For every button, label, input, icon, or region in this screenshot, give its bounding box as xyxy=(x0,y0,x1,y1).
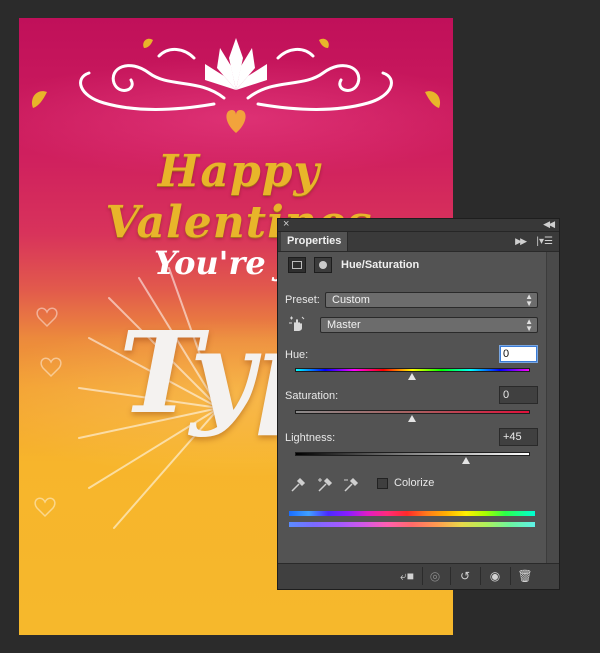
lightness-slider-track[interactable] xyxy=(295,452,530,456)
toolbar-divider xyxy=(510,567,511,585)
hue-input[interactable]: 0 xyxy=(499,345,538,363)
hue-slider-track[interactable] xyxy=(295,368,530,372)
eyedropper-plus-icon[interactable] xyxy=(317,477,333,493)
toolbar-divider xyxy=(450,567,451,585)
collapse-icon[interactable]: ◀◀ xyxy=(543,218,555,230)
panel-menu-icon[interactable]: |▾☰ xyxy=(536,232,553,251)
hand-pointer-icon[interactable] xyxy=(288,315,306,333)
properties-panel: × ◀◀ Properties ▶▶ |▾☰ Hue/Saturation Pr… xyxy=(277,218,560,590)
lightness-slider-thumb[interactable] xyxy=(462,457,470,464)
input-color-spectrum xyxy=(289,511,535,516)
reset-icon[interactable]: ↺ xyxy=(456,568,474,584)
select-arrows-icon: ▲ ▼ xyxy=(525,317,533,333)
trash-icon[interactable]: 🗑 xyxy=(516,568,534,584)
lightness-label: Lightness: xyxy=(285,432,336,444)
expand-icon[interactable]: ▶▶ xyxy=(515,232,527,251)
close-icon[interactable]: × xyxy=(283,218,289,230)
preset-label: Preset: xyxy=(285,294,320,306)
eye-icon[interactable]: ◉ xyxy=(486,568,504,584)
channel-select[interactable]: Master ▲ ▼ xyxy=(320,317,538,333)
panel-bottom-toolbar: ⤶■ ◎ ↺ ◉ 🗑 xyxy=(278,563,559,589)
panel-title-bar[interactable]: × ◀◀ xyxy=(278,218,559,232)
saturation-label: Saturation: xyxy=(285,390,339,402)
clip-to-layer-icon[interactable]: ⤶■ xyxy=(398,568,416,584)
eyedropper-minus-icon[interactable] xyxy=(343,477,359,493)
channel-value: Master xyxy=(327,319,361,331)
saturation-slider-track[interactable] xyxy=(295,410,530,414)
colorize-checkbox[interactable] xyxy=(377,478,388,489)
ornament-flourish xyxy=(31,38,441,133)
preset-value: Custom xyxy=(332,294,370,306)
output-color-spectrum xyxy=(289,522,535,527)
hue-slider-thumb[interactable] xyxy=(408,373,416,380)
select-arrows-icon: ▲ ▼ xyxy=(525,292,533,308)
colorize-label: Colorize xyxy=(394,477,435,489)
preset-select[interactable]: Custom ▲ ▼ xyxy=(325,292,538,308)
panel-scrollbar[interactable] xyxy=(546,252,559,564)
toolbar-divider xyxy=(422,567,423,585)
eyedropper-icon[interactable] xyxy=(290,477,306,493)
adjustment-title: Hue/Saturation xyxy=(341,259,420,271)
panel-tab-bar: Properties ▶▶ |▾☰ xyxy=(278,232,559,252)
view-previous-icon[interactable]: ◎ xyxy=(426,568,444,584)
saturation-input[interactable]: 0 xyxy=(499,386,538,404)
tab-properties[interactable]: Properties xyxy=(281,232,349,251)
layer-mask-icon[interactable] xyxy=(314,257,332,273)
adjustment-layer-icon[interactable] xyxy=(288,257,306,273)
hue-label: Hue: xyxy=(285,349,309,361)
saturation-slider-thumb[interactable] xyxy=(408,415,416,422)
toolbar-divider xyxy=(480,567,481,585)
lightness-input[interactable]: +45 xyxy=(499,428,538,446)
